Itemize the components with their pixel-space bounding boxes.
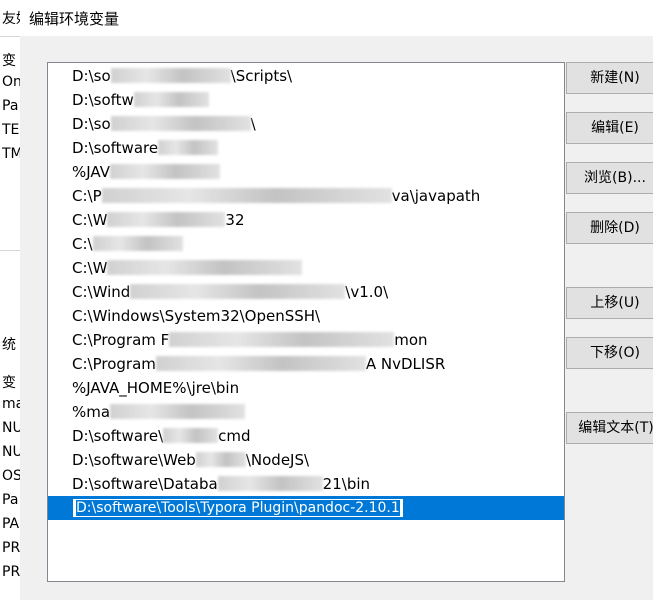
path-text: cmd: [218, 427, 251, 445]
background-text: NU: [2, 444, 20, 460]
path-list-item[interactable]: C:\: [48, 232, 564, 256]
background-text: PR: [2, 540, 20, 556]
background-text: NU: [2, 420, 20, 436]
background-text: 友好: [2, 11, 20, 27]
path-text: D:\so: [72, 67, 111, 85]
path-text: D:\so: [72, 115, 111, 133]
path-text: %JAVA_HOME%\jre\bin: [72, 379, 240, 397]
redacted-segment: [163, 428, 219, 443]
path-text: C:\: [72, 235, 93, 253]
path-text: %JAV: [72, 163, 110, 181]
path-text: C:\W: [72, 259, 108, 277]
path-text: \Scripts\: [230, 67, 293, 85]
path-text: \v1.0\: [345, 283, 389, 301]
path-text: D:\software\: [72, 427, 164, 445]
path-list-item[interactable]: C:\W 32: [48, 208, 564, 232]
path-list-item[interactable]: D:\so \Scripts\: [48, 64, 564, 88]
background-window: 友好 变 On Pa TE TM 统 变 ma NU NU OS Pa PA P…: [0, 0, 21, 600]
background-text: Pa: [2, 98, 19, 114]
path-list-item[interactable]: %JAV: [48, 160, 564, 184]
redacted-segment: [195, 452, 246, 467]
path-list-item[interactable]: D:\so \: [48, 112, 564, 136]
background-text: TM: [2, 146, 20, 162]
redacted-segment: [110, 68, 231, 83]
background-text: 变: [2, 375, 16, 391]
path-list-item[interactable]: %ma: [48, 400, 564, 424]
path-list[interactable]: D:\so \Scripts\ D:\softw D:\so \ D:\softwa…: [47, 62, 565, 582]
path-list-item-selected[interactable]: D:\software\Tools\Typora Plugin\pandoc-2…: [48, 496, 564, 520]
redacted-segment: [169, 332, 395, 347]
redacted-segment: [110, 404, 246, 419]
redacted-segment: [92, 236, 183, 251]
path-list-item[interactable]: D:\software\ cmd: [48, 424, 564, 448]
path-text: D:\softw: [72, 91, 134, 109]
delete-button[interactable]: 删除(D): [566, 212, 653, 244]
edit-button[interactable]: 编辑(E): [566, 112, 653, 144]
redacted-segment: [158, 140, 219, 155]
path-text: A NvDLISR: [365, 355, 446, 373]
path-text: va\javapath: [391, 187, 481, 205]
background-divider: [0, 250, 20, 251]
redacted-segment: [155, 356, 366, 371]
path-list-item[interactable]: C:\Wind \v1.0\: [48, 280, 564, 304]
path-list-item[interactable]: C:\P va\javapath: [48, 184, 564, 208]
edit-text-button[interactable]: 编辑文本(T): [566, 412, 653, 444]
path-text: %ma: [72, 403, 111, 421]
redacted-segment: [217, 476, 323, 491]
path-list-item[interactable]: D:\software: [48, 136, 564, 160]
background-text: OS: [2, 468, 20, 484]
path-text: \: [250, 115, 256, 133]
path-list-item[interactable]: C:\W: [48, 256, 564, 280]
path-text: C:\P: [72, 187, 102, 205]
background-text: TE: [2, 122, 20, 138]
path-list-item[interactable]: C:\Windows\System32\OpenSSH\: [48, 304, 564, 328]
redacted-segment: [101, 188, 392, 203]
background-text: PA: [2, 516, 20, 532]
background-text: Pa: [2, 492, 19, 508]
path-text: D:\software\Databa: [72, 475, 218, 493]
background-text: PR: [2, 564, 20, 580]
path-text: C:\Program F: [72, 331, 170, 349]
redacted-segment: [110, 116, 251, 131]
redacted-segment: [130, 284, 346, 299]
path-list-item[interactable]: C:\Program A NvDLISR: [48, 352, 564, 376]
path-text: C:\Windows\System32\OpenSSH\: [72, 307, 321, 325]
path-list-item[interactable]: D:\software\Web \NodeJS\: [48, 448, 564, 472]
redacted-segment: [107, 260, 303, 275]
path-text: \NodeJS\: [245, 451, 310, 469]
browse-button[interactable]: 浏览(B)...: [566, 162, 653, 194]
new-button[interactable]: 新建(N): [566, 62, 653, 94]
path-list-item[interactable]: D:\software\Databa 21\bin: [48, 472, 564, 496]
path-text: C:\Wind: [72, 283, 131, 301]
background-text: 统: [2, 337, 16, 353]
path-text: D:\software: [72, 139, 159, 157]
path-edit-input[interactable]: D:\software\Tools\Typora Plugin\pandoc-2…: [72, 498, 404, 518]
path-text: 21\bin: [322, 475, 371, 493]
move-up-button[interactable]: 上移(U): [566, 287, 653, 319]
path-text: D:\software\Web: [72, 451, 196, 469]
title-bar[interactable]: 编辑环境变量: [20, 0, 653, 36]
path-edit-value: D:\software\Tools\Typora Plugin\pandoc-2…: [76, 500, 400, 516]
path-list-item[interactable]: %JAVA_HOME%\jre\bin: [48, 376, 564, 400]
redacted-segment: [109, 164, 220, 179]
redacted-segment: [133, 92, 209, 107]
path-text: mon: [394, 331, 428, 349]
background-text: ma: [2, 396, 20, 412]
background-text: 变: [2, 53, 16, 69]
path-text: C:\Program: [72, 355, 156, 373]
edit-environment-variable-dialog: 编辑环境变量 D:\so \Scripts\ D:\softw D:\so \ D:…: [20, 0, 653, 600]
background-divider: [0, 36, 20, 37]
path-text: 32: [225, 211, 245, 229]
redacted-segment: [107, 212, 226, 227]
dialog-title: 编辑环境变量: [29, 10, 120, 28]
path-list-item[interactable]: D:\softw: [48, 88, 564, 112]
path-list-item[interactable]: C:\Program F mon: [48, 328, 564, 352]
path-text: C:\W: [72, 211, 108, 229]
background-text: On: [2, 74, 20, 90]
move-down-button[interactable]: 下移(O): [566, 337, 653, 369]
